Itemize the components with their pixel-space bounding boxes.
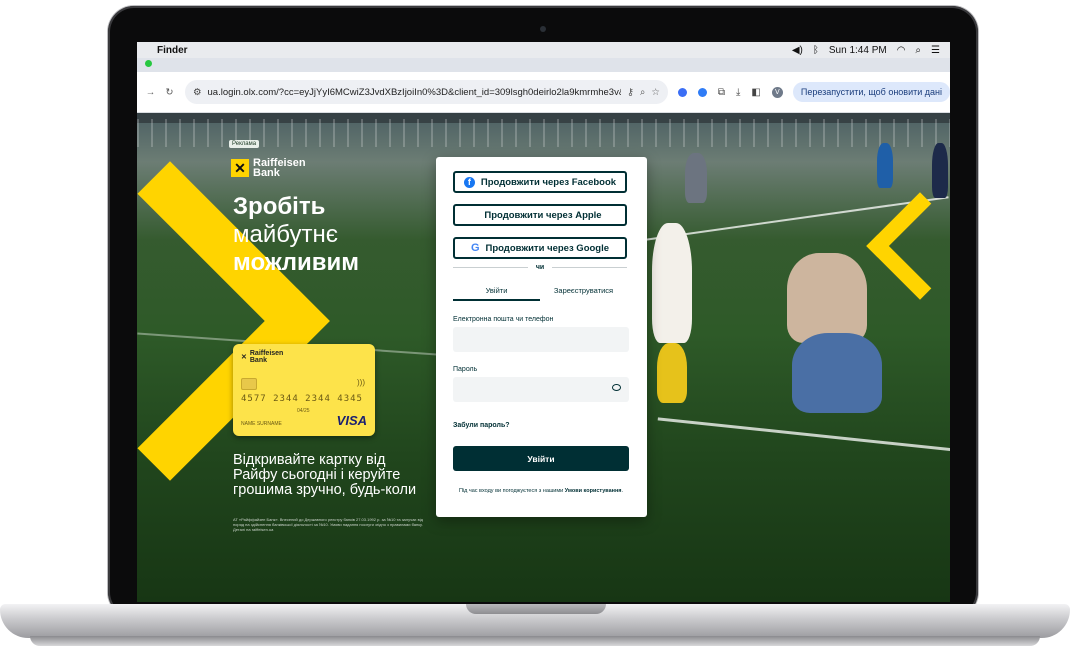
email-label: Електронна пошта чи телефон — [453, 316, 554, 323]
profile-avatar[interactable]: V — [771, 86, 783, 98]
visa-logo: VISA — [336, 413, 367, 428]
apple-login-button[interactable]: Продовжити через Apple — [453, 204, 627, 226]
woman-figure — [787, 253, 867, 343]
side-panel-icon[interactable]: ◧ — [751, 87, 760, 98]
relaunch-button[interactable]: Перезапустити, щоб оновити дані — [792, 82, 950, 102]
spotlight-icon[interactable]: ⌕ — [915, 45, 921, 56]
browser-toolbar: → ↻ ⚙ ua.login.olx.com/?cc=eyJjYyI6MCwiZ… — [137, 72, 950, 113]
password-key-icon[interactable]: ⚷ — [627, 87, 634, 98]
raiffeisen-wordmark: Raiffeisen Bank — [253, 157, 306, 179]
kid-background — [932, 143, 948, 198]
reload-icon[interactable]: ↻ — [164, 87, 175, 98]
tab-strip — [137, 58, 950, 72]
card-chip-icon — [241, 378, 257, 390]
extension-icon[interactable] — [677, 87, 687, 97]
divider-line — [552, 267, 627, 268]
google-icon: G — [470, 242, 480, 254]
card-number: 4577 2344 2344 4345 — [241, 394, 363, 404]
extension-dot-icon[interactable] — [697, 87, 707, 97]
facebook-icon: f — [463, 176, 475, 188]
kid-background — [685, 153, 707, 203]
laptop-base-bottom — [30, 636, 1040, 646]
show-password-eye-icon[interactable] — [612, 384, 621, 391]
site-info-icon[interactable]: ⚙ — [193, 87, 202, 98]
page-content: Реклама ✕ Raiffeisen Bank Зробіть майбут… — [137, 113, 950, 602]
ad-promo-text[interactable]: Відкривайте картку від Райфу сьогодні і … — [233, 453, 433, 498]
boy-legs — [657, 343, 687, 403]
kid-background — [877, 143, 893, 188]
bookmark-star-icon[interactable]: ☆ — [651, 87, 660, 98]
divider-line — [453, 267, 528, 268]
toolbar-icons: ⧉ ⤓ ◧ V — [677, 86, 783, 98]
camera — [540, 26, 546, 32]
ad-headline: Зробіть майбутнє можливим — [233, 193, 360, 276]
facebook-login-button[interactable]: f Продовжити через Facebook — [453, 171, 627, 193]
or-divider: чи — [453, 264, 627, 271]
terms-link[interactable]: Умови користування — [565, 488, 622, 494]
screen: Finder ◀︎) ᛒ Sun 1:44 PM ◠ ⌕ ☰ → ↻ ⚙ ua.… — [137, 42, 950, 602]
contactless-icon: ))) — [357, 378, 365, 387]
tab-register[interactable]: Зареєструватися — [540, 283, 627, 301]
url-text: ua.login.olx.com/?cc=eyJjYyI6MCwiZ3JvdXB… — [207, 86, 622, 98]
card-holder: NAME SURNAME — [241, 421, 282, 427]
bank-card: ✕ Raiffeisen Bank ))) 4577 2344 2344 434… — [233, 344, 375, 436]
volume-icon[interactable]: ◀︎) — [792, 45, 803, 56]
card-logo: ✕ Raiffeisen Bank — [241, 350, 284, 364]
macos-menubar: Finder ◀︎) ᛒ Sun 1:44 PM ◠ ⌕ ☰ — [137, 42, 950, 58]
boy-figure — [652, 223, 692, 343]
forward-icon[interactable]: → — [145, 87, 156, 98]
app-menu[interactable]: Finder — [157, 45, 188, 56]
ad-legal-text: АТ «Райффайзен Банк». Внесений до Держав… — [233, 517, 423, 532]
tab-login[interactable]: Увійти — [453, 283, 540, 301]
card-cross-icon: ✕ — [241, 354, 247, 361]
clock[interactable]: Sun 1:44 PM — [829, 45, 887, 56]
address-bar[interactable]: ⚙ ua.login.olx.com/?cc=eyJjYyI6MCwiZ3Jvd… — [184, 80, 668, 104]
zoom-icon[interactable]: ⌕ — [640, 87, 645, 98]
raiffeisen-logo[interactable]: ✕ Raiffeisen Bank — [231, 157, 306, 179]
auth-tabs: Увійти Зареєструватися — [453, 283, 627, 301]
window-zoom-button[interactable] — [145, 60, 152, 67]
card-expiry: 04/25 — [297, 408, 310, 414]
password-field[interactable] — [453, 377, 629, 402]
woman-jeans — [792, 333, 882, 413]
login-card: f Продовжити через Facebook Продовжити ч… — [436, 157, 647, 517]
bluetooth-icon[interactable]: ᛒ — [813, 45, 819, 56]
raiffeisen-cross-icon: ✕ — [231, 159, 249, 177]
password-label: Пароль — [453, 366, 478, 373]
email-field[interactable] — [453, 327, 629, 352]
terms-text: Під час входу ви погоджуєтеся з нашими У… — [458, 488, 624, 494]
download-icon[interactable]: ⤓ — [736, 87, 740, 98]
menubar-status: ◀︎) ᛒ Sun 1:44 PM ◠ ⌕ ☰ — [792, 45, 950, 56]
login-submit-button[interactable]: Увійти — [453, 446, 629, 471]
forgot-password-link[interactable]: Забули пароль? — [453, 422, 510, 429]
wifi-icon[interactable]: ◠ — [897, 45, 906, 56]
extensions-puzzle-icon[interactable]: ⧉ — [718, 87, 725, 98]
laptop-notch — [466, 604, 606, 614]
ad-badge: Реклама — [229, 140, 260, 148]
control-center-icon[interactable]: ☰ — [931, 45, 940, 56]
google-login-button[interactable]: G Продовжити через Google — [453, 237, 627, 259]
